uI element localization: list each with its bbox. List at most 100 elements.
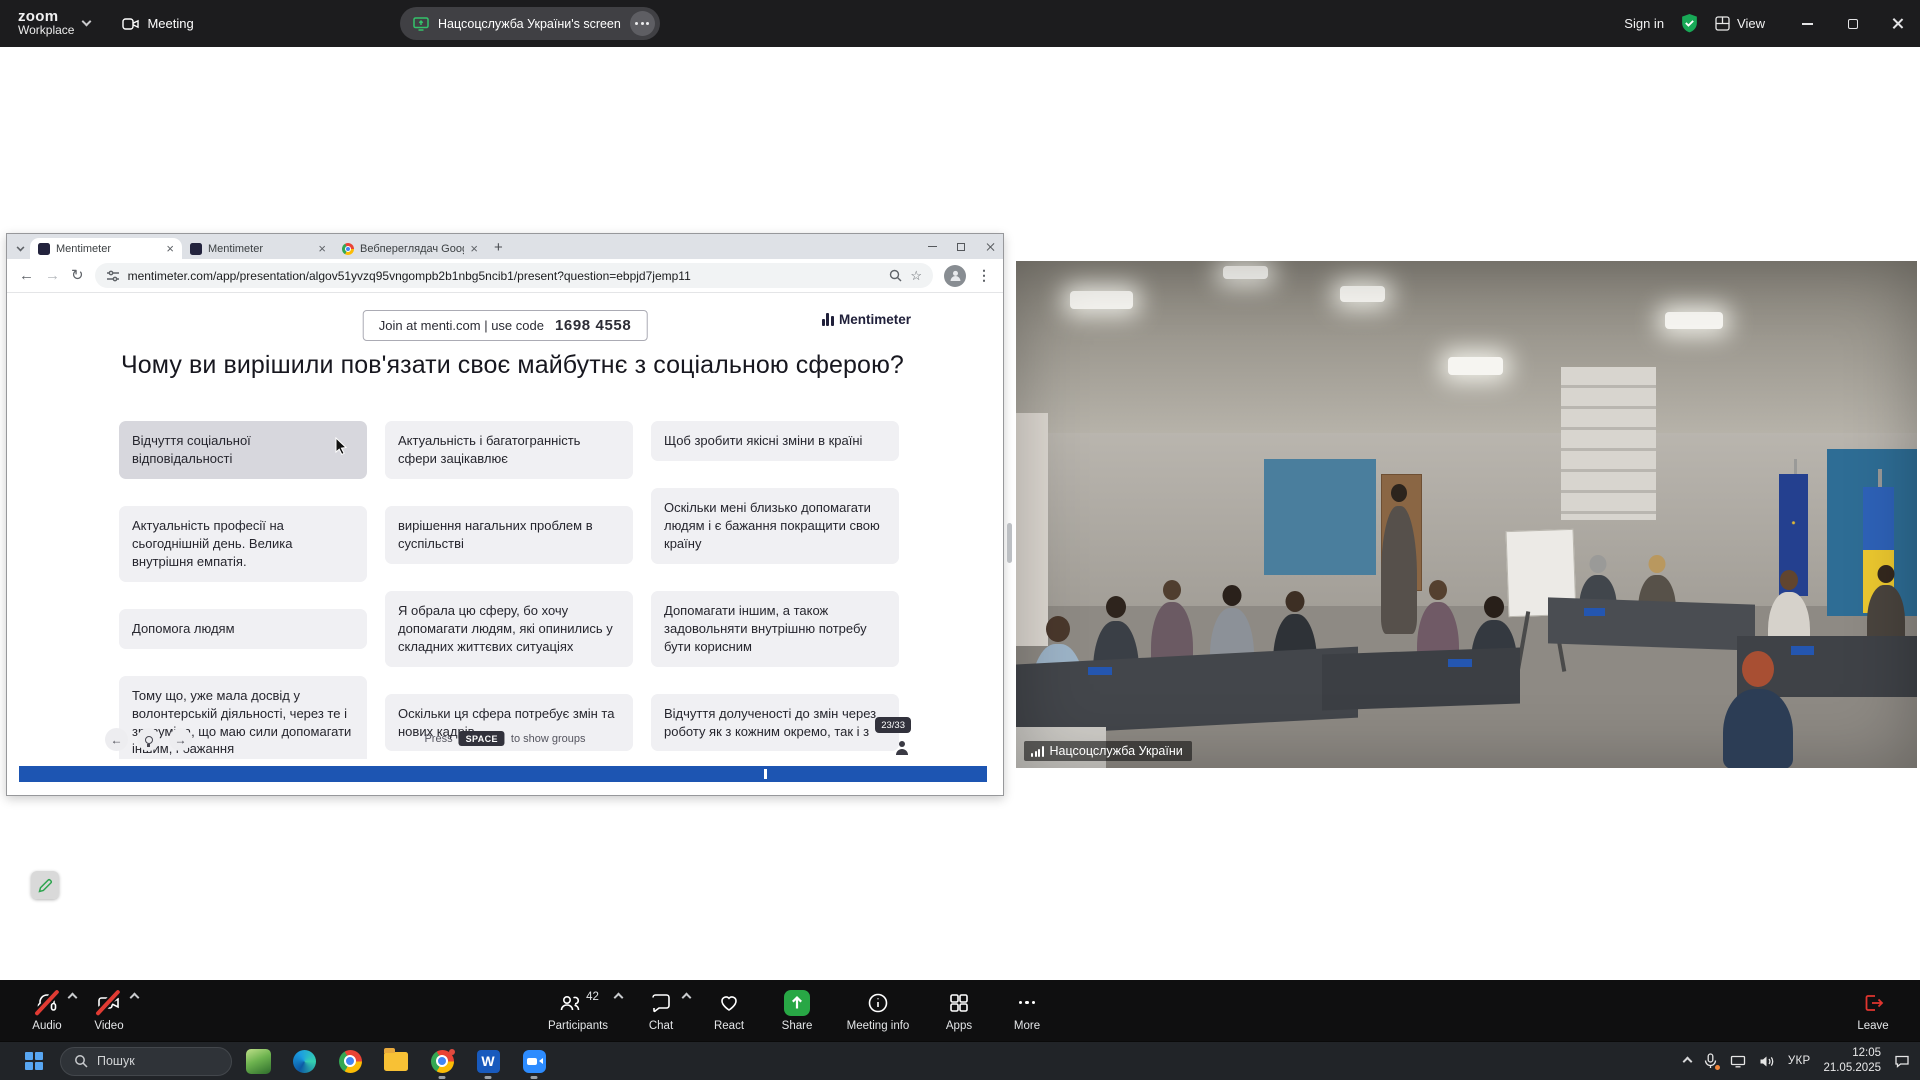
tray-expand-button[interactable] [1684,1058,1691,1065]
apps-button[interactable]: Apps [928,980,990,1041]
meeting-stage: Mentimeter × Mentimeter × Вебпереглядач … [0,47,1920,980]
notification-center-button[interactable] [1894,1054,1910,1068]
pencil-icon [38,878,53,893]
browser-window: Mentimeter × Mentimeter × Вебпереглядач … [6,233,1004,796]
weather-widget-icon [246,1049,271,1074]
chrome-favicon [342,243,354,255]
security-shield-icon[interactable] [1680,13,1699,34]
participants-count-badge: 42 [586,991,599,1003]
slide-nav-controls: ← → [105,728,192,751]
share-options-button[interactable] [630,11,655,36]
desk [1548,597,1755,650]
maximize-icon [1848,19,1858,29]
maximize-button[interactable] [1830,0,1875,47]
notification-dot [449,1049,455,1055]
chrome-button-2[interactable] [422,1042,462,1081]
file-explorer-button[interactable] [376,1042,416,1081]
minimize-button[interactable] [1785,0,1830,47]
chrome-maximize-button[interactable] [957,243,965,251]
respondents-icon [895,741,909,755]
tab-title: Mentimeter [208,243,312,255]
language-indicator[interactable]: УКР [1788,1055,1811,1067]
ceiling-light [1070,291,1133,309]
zoom-toolbar: Audio Video 42 Participants Chat [0,980,1920,1041]
leave-button[interactable]: Leave [1842,980,1904,1041]
tray-network-button[interactable] [1730,1055,1746,1068]
annotation-tool-button[interactable] [31,871,59,899]
chrome-button[interactable] [330,1042,370,1081]
browser-tab-3[interactable]: Вебпереглядач Google Chrom × [334,238,486,259]
audio-options-chevron[interactable] [68,993,78,1003]
tray-volume-button[interactable] [1759,1055,1775,1068]
omnibox[interactable]: mentimeter.com/app/presentation/algov51y… [95,263,933,288]
respondents-button[interactable] [895,741,909,755]
lens-icon[interactable] [889,269,902,282]
video-button[interactable]: Video [78,980,140,1041]
windows-logo-icon [25,1052,43,1070]
audio-button[interactable]: Audio [16,980,78,1041]
word-button[interactable]: W [468,1042,508,1081]
browser-tab-2[interactable]: Mentimeter × [182,238,334,259]
reload-button[interactable]: ↻ [71,268,84,283]
response-card: Допомога людям [119,609,367,649]
taskbar-search[interactable]: Пошук [60,1047,232,1076]
video-options-chevron[interactable] [130,993,140,1003]
panel-resize-handle[interactable] [1007,523,1012,563]
site-info-icon[interactable] [106,269,120,283]
back-button[interactable]: ← [19,268,34,283]
tab-search-chevron[interactable] [17,244,25,252]
edge-button[interactable] [284,1042,324,1081]
desk [1322,648,1520,711]
slide-title: Чому ви вирішили пов'язати своє майбутнє… [121,351,921,380]
chrome-close-button[interactable] [985,242,995,252]
chat-options-chevron[interactable] [682,993,692,1003]
bulb-button[interactable] [137,728,160,751]
browser-menu-icon[interactable]: ⋮ [977,267,991,284]
chrome-minimize-button[interactable] [928,246,937,248]
mentimeter-slide: Join at menti.com | use code 1698 4558 M… [7,293,1003,759]
room-ceiling [1016,261,1917,433]
start-button[interactable] [14,1042,54,1081]
browser-tab-1[interactable]: Mentimeter × [30,238,182,259]
zoom-app-button[interactable] [514,1042,554,1081]
chat-button[interactable]: Chat [630,980,692,1041]
response-card: Оскільки мені близько допомагати людям і… [651,488,899,564]
view-button[interactable]: View [1715,16,1765,31]
mentimeter-logo-text: Mentimeter [839,312,911,327]
participants-button[interactable]: 42 Participants [532,980,624,1041]
prev-slide-button[interactable]: ← [105,728,128,751]
react-button[interactable]: React [698,980,760,1041]
meeting-info-button[interactable]: Meeting info [834,980,922,1041]
profile-avatar[interactable] [944,265,966,287]
tab-close-icon[interactable]: × [470,242,478,255]
leave-label: Leave [1857,1020,1888,1032]
share-button[interactable]: Share [766,980,828,1041]
bookshelf [1561,367,1656,519]
windows-taskbar: Пошук W УКР 12:05 21.05.2025 [0,1041,1920,1080]
share-label: Share [782,1020,813,1032]
share-screen-icon [784,990,810,1016]
workspace-dropdown-chevron[interactable] [82,17,92,27]
forward-button[interactable]: → [45,268,60,283]
tab-close-icon[interactable]: × [318,242,326,255]
sign-in-button[interactable]: Sign in [1624,16,1664,31]
wall-column [1016,413,1048,646]
participants-options-chevron[interactable] [614,993,624,1003]
response-card: Відчуття соціальної відповідальності [119,421,367,479]
tab-close-icon[interactable]: × [166,242,174,255]
video-feed[interactable]: Нацсоцслужба України [1016,261,1917,768]
participant-name-label: Нацсоцслужба України [1024,741,1192,761]
clock[interactable]: 12:05 21.05.2025 [1823,1046,1881,1076]
blue-folder [1584,608,1606,616]
next-slide-button[interactable]: → [169,728,192,751]
shared-screen-pill[interactable]: Нацсоцслужба України's screen [400,7,660,40]
bookmark-star-icon[interactable]: ☆ [910,268,922,284]
weather-widget-button[interactable] [238,1042,278,1081]
react-label: React [714,1020,744,1032]
close-button[interactable] [1875,0,1920,47]
ellipsis-icon [635,22,649,25]
tray-mic-button[interactable] [1704,1053,1717,1069]
meeting-tab[interactable]: Meeting [108,0,207,47]
more-button[interactable]: More [996,980,1058,1041]
new-tab-button[interactable]: + [494,239,503,256]
